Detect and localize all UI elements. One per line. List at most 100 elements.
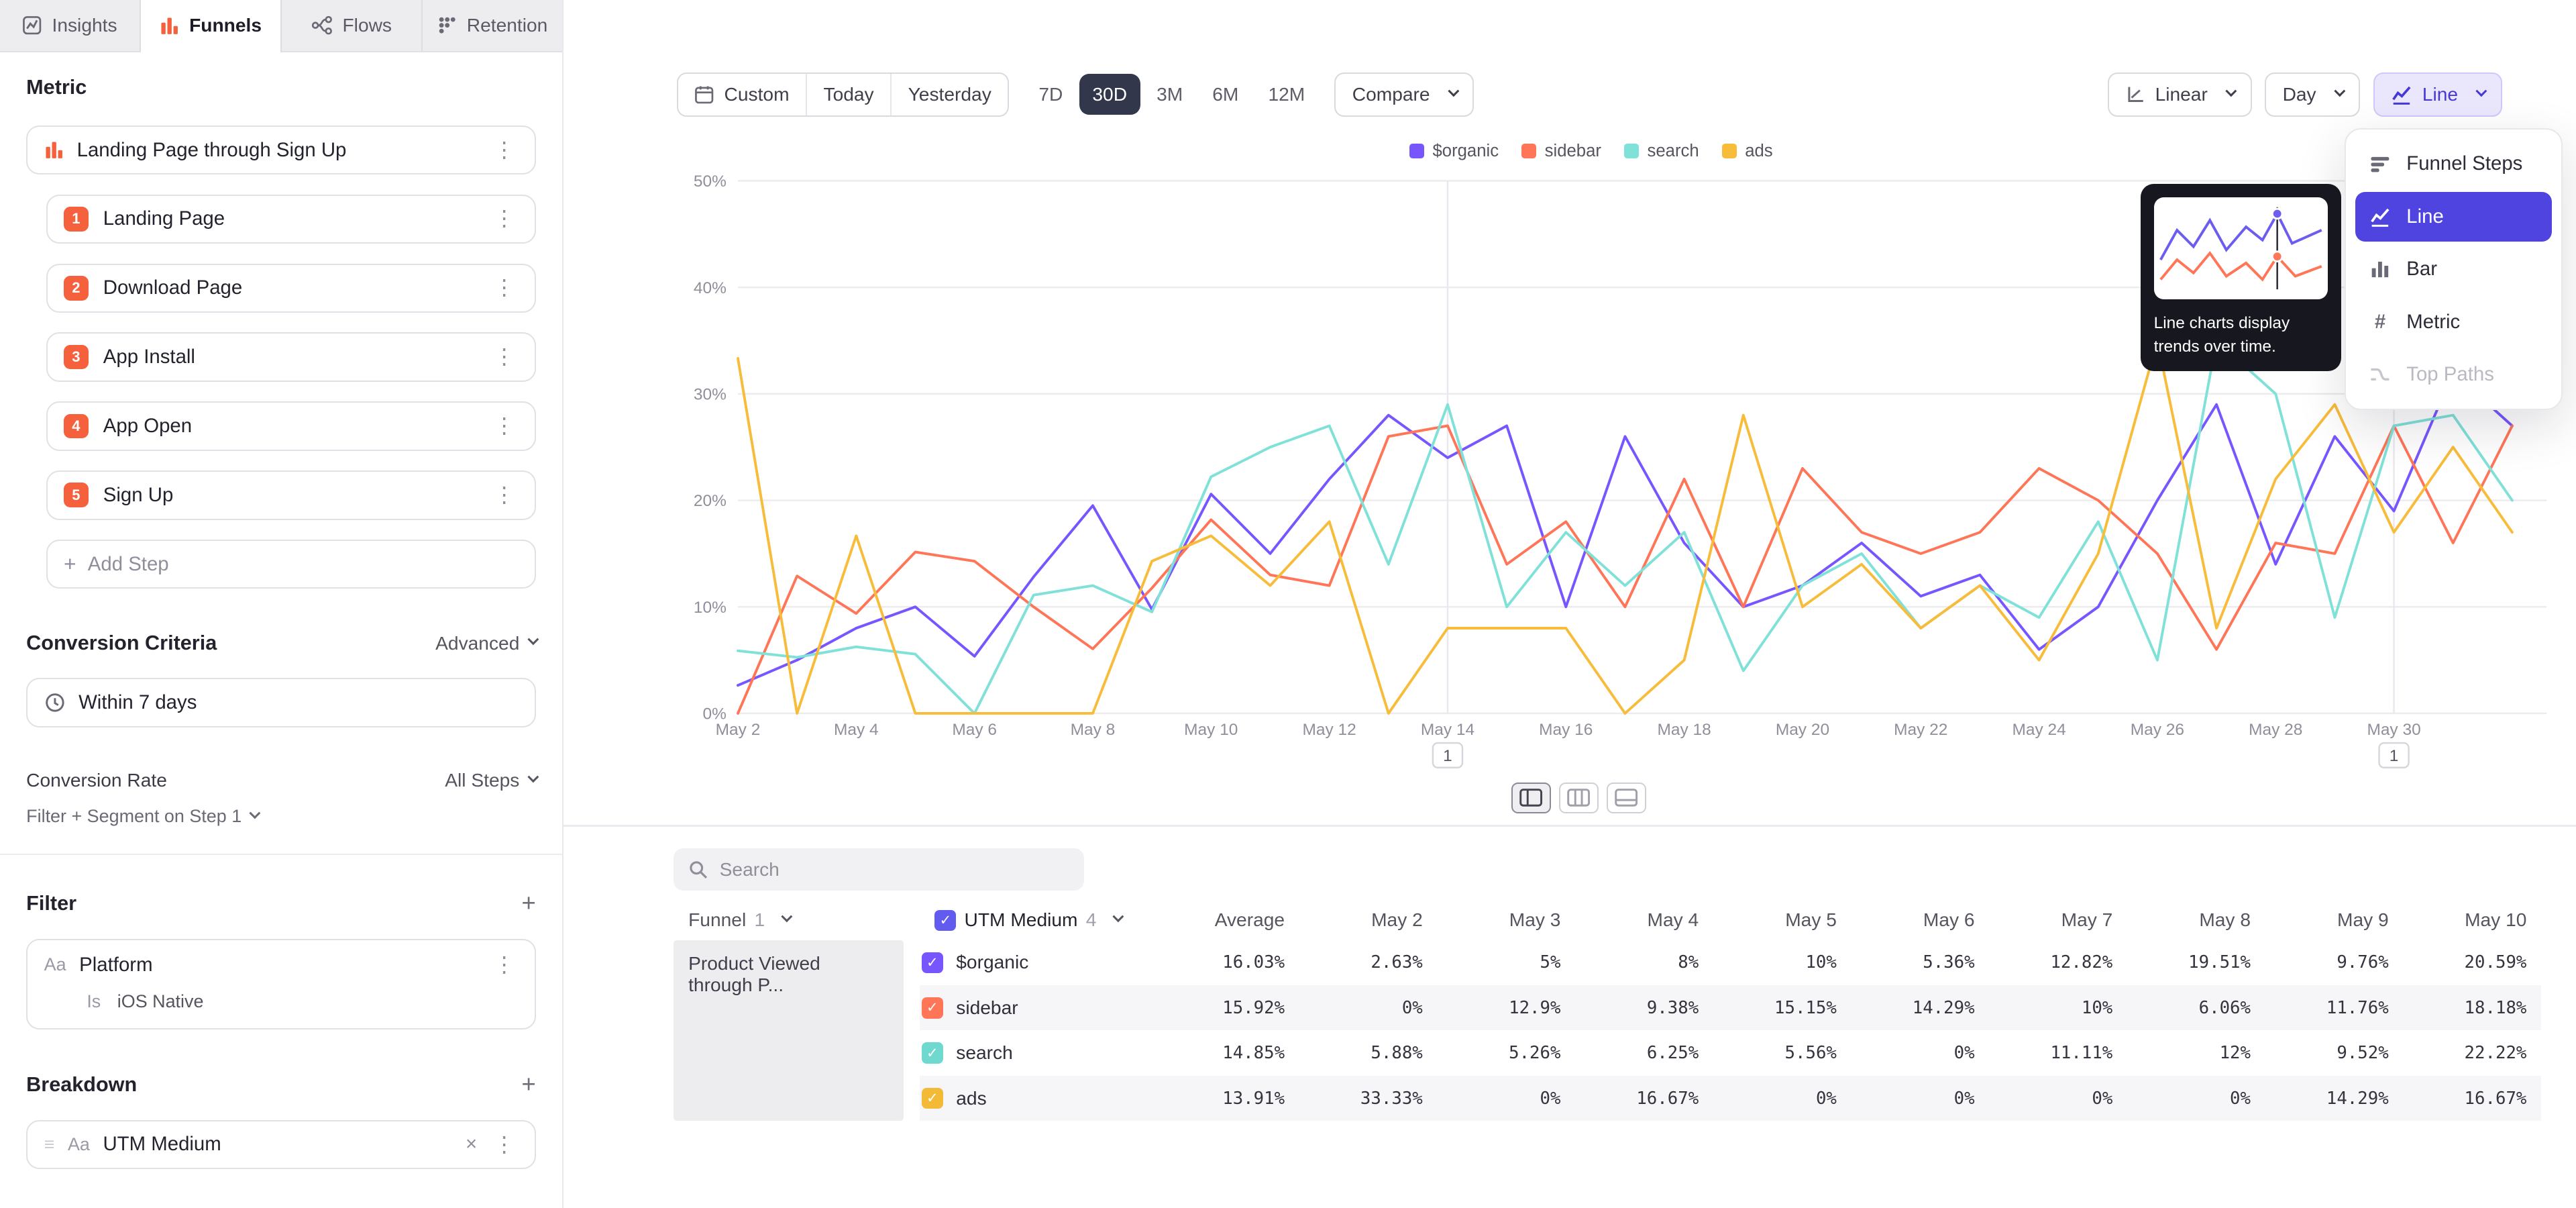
- scale-dropdown[interactable]: Linear: [2108, 72, 2251, 117]
- series-checkbox[interactable]: ✓: [922, 1088, 943, 1109]
- funnel-step-5[interactable]: 5Sign Up⋮: [46, 470, 536, 519]
- range-30d-button[interactable]: 30D: [1079, 74, 1140, 115]
- select-all-checkbox[interactable]: ✓: [934, 910, 956, 932]
- series-checkbox[interactable]: ✓: [922, 997, 943, 1019]
- search-input[interactable]: [720, 859, 1070, 880]
- today-button[interactable]: Today: [807, 74, 892, 115]
- kebab-menu-icon[interactable]: ⋮: [490, 485, 519, 506]
- value-cell: 5.88%: [1299, 1030, 1438, 1075]
- funnel-step-1[interactable]: 1Landing Page⋮: [46, 195, 536, 244]
- breakdown-utm-card[interactable]: ≡ Aa UTM Medium × ⋮: [26, 1120, 536, 1169]
- chart-type-tooltip: Line charts display trends over time.: [2141, 184, 2341, 371]
- svg-text:50%: 50%: [693, 172, 726, 191]
- range-3m-button[interactable]: 3M: [1144, 74, 1196, 115]
- layout-rows-toggle[interactable]: [1607, 783, 1646, 814]
- funnel-steps-icon: [2369, 154, 2392, 175]
- kebab-menu-icon[interactable]: ⋮: [490, 277, 519, 299]
- compare-button[interactable]: Compare: [1334, 72, 1474, 117]
- conversion-criteria-row: Conversion Criteria Advanced: [26, 632, 536, 655]
- svg-text:May 24: May 24: [2012, 721, 2065, 739]
- value-cell: 5.56%: [1713, 1030, 1851, 1075]
- chart-type-menu: Funnel StepsLineBar#MetricTop Paths: [2345, 128, 2563, 410]
- funnel-step-2[interactable]: 2Download Page⋮: [46, 264, 536, 313]
- range-7d-button[interactable]: 7D: [1026, 74, 1076, 115]
- breakdown-column-header[interactable]: ✓UTM Medium4: [920, 901, 1150, 940]
- value-cell: 6.06%: [2127, 985, 2265, 1030]
- chart-controls: Linear Day Line: [2108, 72, 2502, 117]
- range-12m-button[interactable]: 12M: [1255, 74, 1318, 115]
- kebab-menu-icon[interactable]: ⋮: [490, 346, 519, 368]
- series-checkbox[interactable]: ✓: [922, 952, 943, 974]
- svg-text:May 12: May 12: [1302, 721, 1356, 739]
- kebab-menu-icon[interactable]: ⋮: [490, 415, 519, 437]
- filter-operator[interactable]: Is: [87, 991, 101, 1012]
- range-6m-button[interactable]: 6M: [1199, 74, 1252, 115]
- kebab-menu-icon[interactable]: ⋮: [490, 954, 519, 976]
- conversion-rate-row: Conversion Rate All Steps: [26, 770, 536, 791]
- menu-item-metric[interactable]: #Metric: [2355, 297, 2551, 346]
- legend-item[interactable]: search: [1624, 142, 1699, 161]
- filter-value[interactable]: iOS Native: [117, 991, 204, 1012]
- value-cell: 5%: [1438, 940, 1576, 985]
- svg-text:May 2: May 2: [715, 721, 760, 739]
- add-filter-button[interactable]: +: [521, 891, 535, 916]
- metric-heading: Metric: [26, 76, 536, 99]
- kebab-menu-icon[interactable]: ⋮: [490, 140, 519, 161]
- conversion-window[interactable]: Within 7 days: [26, 678, 536, 727]
- tab-insights[interactable]: Insights: [0, 0, 141, 51]
- column-header: May 6: [1851, 901, 1990, 940]
- value-cell: 13.91%: [1150, 1076, 1299, 1121]
- all-steps-dropdown[interactable]: All Steps: [445, 770, 536, 791]
- value-cell: 0%: [1990, 1076, 2128, 1121]
- flows-icon: [311, 15, 333, 35]
- funnel-column-header[interactable]: Funnel1: [674, 901, 920, 940]
- retention-icon: [437, 15, 457, 35]
- filter-platform-card[interactable]: Aa Platform ⋮ Is iOS Native: [26, 939, 536, 1029]
- series-checkbox[interactable]: ✓: [922, 1042, 943, 1064]
- filter-segment-toggle[interactable]: Filter + Segment on Step 1: [26, 806, 536, 827]
- section-divider: [0, 854, 562, 855]
- add-step-label: Add Step: [88, 553, 169, 576]
- funnel-step-3[interactable]: 3App Install⋮: [46, 332, 536, 381]
- tab-flows[interactable]: Flows: [282, 0, 423, 51]
- legend-item[interactable]: $organic: [1409, 142, 1499, 161]
- funnel-steps-list: 1Landing Page⋮ 2Download Page⋮ 3App Instal…: [46, 195, 536, 520]
- tab-label: Flows: [342, 15, 392, 36]
- layout-toggles: [1511, 783, 1646, 814]
- value-cell: 6.25%: [1576, 1030, 1714, 1075]
- layout-columns-toggle[interactable]: [1559, 783, 1599, 814]
- date-controls: Custom Today Yesterday 7D30D3M6M12M Comp…: [677, 72, 1474, 117]
- chart-type-dropdown[interactable]: Line: [2373, 72, 2502, 117]
- add-breakdown-button[interactable]: +: [521, 1072, 535, 1097]
- advanced-dropdown[interactable]: Advanced: [435, 633, 536, 654]
- tab-retention[interactable]: Retention: [423, 0, 562, 51]
- kebab-menu-icon[interactable]: ⋮: [490, 208, 519, 230]
- funnel-name-cell[interactable]: Product Viewed through P...: [674, 940, 904, 1121]
- add-step-button[interactable]: + Add Step: [46, 540, 536, 589]
- series-row-label: ✓ads: [920, 1076, 1150, 1121]
- funnel-step-4[interactable]: 4App Open⋮: [46, 401, 536, 450]
- legend-label: ads: [1745, 142, 1772, 161]
- funnel-title-card[interactable]: Landing Page through Sign Up ⋮: [26, 125, 536, 174]
- legend-item[interactable]: ads: [1722, 142, 1773, 161]
- drag-handle-icon[interactable]: ≡: [44, 1134, 55, 1155]
- granularity-dropdown[interactable]: Day: [2265, 72, 2360, 117]
- value-cell: 5.26%: [1438, 1030, 1576, 1075]
- column-header: May 10: [2404, 901, 2542, 940]
- yesterday-button[interactable]: Yesterday: [892, 74, 1008, 115]
- menu-item-line[interactable]: Line: [2355, 192, 2551, 241]
- svg-text:May 18: May 18: [1657, 721, 1711, 739]
- menu-item-bar[interactable]: Bar: [2355, 244, 2551, 293]
- value-cell: 11.11%: [1990, 1030, 2128, 1075]
- svg-text:1: 1: [2389, 747, 2398, 765]
- legend-item[interactable]: sidebar: [1521, 142, 1601, 161]
- value-cell: 0%: [2127, 1076, 2265, 1121]
- svg-text:May 8: May 8: [1070, 721, 1115, 739]
- custom-date-button[interactable]: Custom: [678, 74, 807, 115]
- menu-item-funnel-steps[interactable]: Funnel Steps: [2355, 140, 2551, 189]
- compare-label: Compare: [1352, 84, 1430, 105]
- layout-split-toggle[interactable]: [1511, 783, 1551, 814]
- tab-funnels[interactable]: Funnels: [141, 0, 282, 53]
- kebab-menu-icon[interactable]: ⋮: [490, 1134, 519, 1156]
- close-icon[interactable]: ×: [466, 1133, 477, 1156]
